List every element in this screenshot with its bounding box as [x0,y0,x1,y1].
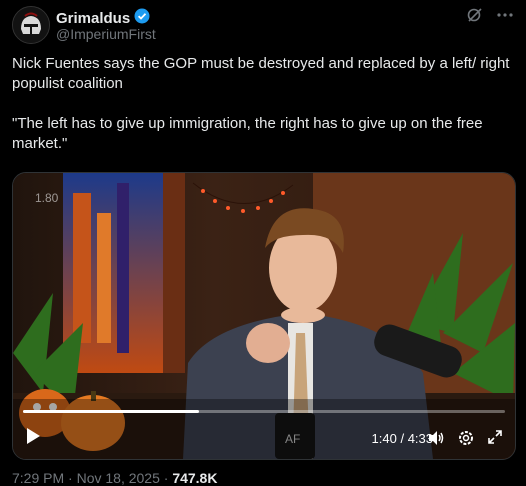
video-progress-fill [23,410,200,413]
tweet-paragraph-2: "The left has to give up immigration, th… [12,115,487,152]
current-time: 1:40 [371,431,397,446]
more-icon[interactable] [496,6,514,29]
volume-icon[interactable] [427,429,445,452]
tweet-text: Nick Fuentes says the GOP must be destro… [12,54,512,154]
video-player[interactable]: AF 1.80 1:40 / 4:33 [12,172,516,460]
play-icon[interactable] [25,427,41,450]
video-time: 1:40 / 4:33 [372,431,433,446]
tweet-timestamp[interactable]: 7:29 PM · Nov 18, 2025 · [12,470,168,486]
grok-icon[interactable] [466,6,484,29]
author-handle[interactable]: @ImperiumFirst [56,26,156,42]
tweet-paragraph-1: Nick Fuentes says the GOP must be destro… [12,55,514,92]
author-avatar[interactable] [12,6,50,44]
view-count: 747.8K [172,470,218,486]
tweet-meta: 7:29 PM · Nov 18, 2025 · 747.8K [12,470,217,486]
video-controls: 1:40 / 4:33 [13,419,515,455]
tweet-header: Grimaldus @ImperiumFirst [12,6,514,46]
settings-icon[interactable] [457,429,475,452]
author-name[interactable]: Grimaldus [56,10,130,27]
video-progress-bar[interactable] [23,410,505,413]
video-frame-image: AF [13,173,515,459]
time-separator: / [396,431,408,446]
playback-rate-label: 1.80 [35,191,59,205]
fullscreen-icon[interactable] [487,429,503,450]
